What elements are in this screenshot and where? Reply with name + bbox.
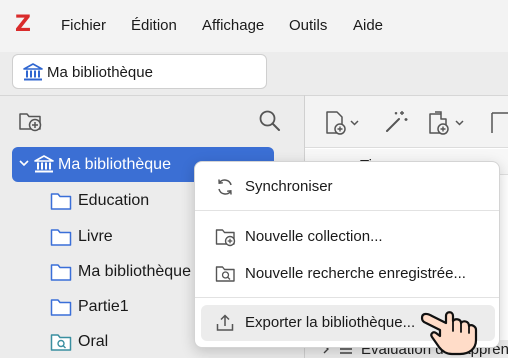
menu-item-label: Nouvelle collection... [245,228,383,245]
menu-item-synchronize[interactable]: Synchroniser [201,169,495,205]
menu-edition[interactable]: Édition [131,16,177,36]
library-tab-label: Ma bibliothèque [47,64,153,81]
folder-icon [50,229,72,246]
menu-outils[interactable]: Outils [289,16,327,36]
menu-separator [195,210,499,211]
new-item-icon[interactable] [324,110,362,136]
collection-label: Education [78,192,150,209]
menu-item-label: Nouvelle recherche enregistrée... [245,265,466,282]
menu-aide[interactable]: Aide [353,16,383,36]
collection-label: Livre [78,228,113,245]
folder-icon [50,264,72,281]
new-collection-icon[interactable] [18,108,44,134]
add-attachment-icon[interactable] [426,110,468,136]
menu-affichage[interactable]: Affichage [202,16,264,36]
app-logo: Z [15,12,31,37]
library-icon [23,63,43,81]
new-saved-search-icon [215,266,235,282]
collection-label: Ma bibliothèque [58,156,171,173]
pointer-hand-cursor-icon [420,311,478,356]
folder-icon [50,299,72,316]
library-icon [34,155,54,173]
folder-icon [50,193,72,210]
menu-item-new-saved-search[interactable]: Nouvelle recherche enregistrée... [201,256,495,292]
new-collection-icon [215,229,236,247]
menu-separator [195,297,499,298]
export-icon [216,314,234,331]
menu-bar: Z Fichier Édition Affichage Outils Aide [0,0,508,52]
search-icon[interactable] [257,108,283,134]
collection-label: Partie1 [78,298,129,315]
collection-label: Oral [78,333,109,350]
chevron-down-icon[interactable] [18,157,30,169]
collection-label: Ma bibliothèque [78,263,191,280]
magic-wand-icon[interactable] [383,109,409,135]
menu-fichier[interactable]: Fichier [61,16,106,36]
new-note-icon[interactable] [488,110,508,136]
menu-item-label: Synchroniser [245,178,333,195]
menu-item-label: Exporter la bibliothèque... [245,314,416,331]
menu-item-new-collection[interactable]: Nouvelle collection... [201,219,495,255]
library-tab[interactable]: Ma bibliothèque [12,54,267,89]
sync-icon [218,179,232,195]
saved-search-folder-icon [50,334,72,351]
